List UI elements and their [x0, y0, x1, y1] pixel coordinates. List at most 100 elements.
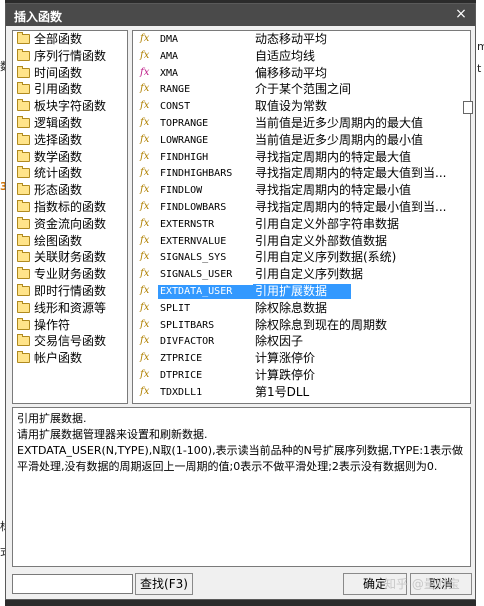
function-row[interactable]: fx FINDLOWBARS 寻找指定周期内的特定最小值到当... [133, 199, 470, 216]
category-item[interactable]: 专业财务函数 [13, 266, 127, 283]
category-label: 引用函数 [34, 82, 83, 97]
function-icon: fx [140, 100, 150, 112]
category-item[interactable]: 资金流向函数 [13, 216, 127, 233]
function-name: FINDLOWBARS [160, 201, 227, 213]
function-row[interactable]: fx EXTERNVALUE 引用自定义外部数值数据 [133, 233, 470, 250]
folder-icon [17, 183, 30, 196]
category-label: 逻辑函数 [34, 115, 83, 130]
folder-icon [17, 32, 30, 44]
function-name: DTPRICE [160, 369, 203, 381]
function-row[interactable]: fx DMA 动态移动平均 [133, 31, 470, 48]
function-desc: 寻找指定周期内的特定最大值 [255, 149, 412, 164]
function-row[interactable]: fx ZTPRICE 计算涨停价 [133, 350, 470, 367]
function-desc: 当前值是近多少周期内的最大值 [255, 115, 424, 130]
search-input[interactable] [12, 574, 133, 594]
function-row[interactable]: fx FINDLOW 寻找指定周期内的特定最小值 [133, 182, 470, 199]
function-desc: 引用自定义外部数值数据 [255, 233, 388, 248]
category-item[interactable]: 线形和资源等 [13, 300, 127, 317]
dialog-titlebar[interactable]: 插入函数 × [6, 4, 475, 26]
function-row[interactable]: fx SPLITBARS 除权除息到现在的周期数 [133, 317, 470, 334]
function-name: EXTERNVALUE [160, 235, 227, 247]
category-item[interactable]: 序列行情函数 [13, 48, 127, 65]
function-desc: 介于某个范围之间 [255, 82, 352, 97]
function-row[interactable]: fx DIVFACTOR 除权因子 [133, 333, 470, 350]
folder-icon [17, 283, 30, 296]
function-desc: 动态移动平均 [255, 32, 328, 46]
category-item[interactable]: 选择函数 [13, 132, 127, 149]
function-desc: 引用扩展数据 [253, 283, 351, 299]
category-label: 关联财务函数 [34, 250, 107, 265]
function-name: ZTPRICE [160, 353, 203, 365]
function-list[interactable]: fx DMA 动态移动平均 fx AMA 自适应均线 fx XMA 偏移移动平均 fx RANGE 介… [132, 30, 471, 404]
description-line: 请用扩展数据管理器来设置和刷新数据. [17, 428, 208, 441]
function-row[interactable]: fx XMA 偏移移动平均 [133, 65, 470, 82]
function-desc: 寻找指定周期内的特定最小值到当... [255, 199, 447, 214]
category-item[interactable]: 形态函数 [13, 182, 127, 199]
function-description: 引用扩展数据. 请用扩展数据管理器来设置和刷新数据. EXTDATA_USER(N,… [12, 407, 471, 567]
category-label: 资金流向函数 [34, 216, 107, 231]
folder-icon [17, 99, 30, 112]
background-char: t [477, 62, 482, 75]
category-item[interactable]: 绘图函数 [13, 233, 127, 250]
category-label: 数学函数 [34, 149, 83, 164]
folder-icon [17, 317, 30, 330]
function-desc: 除权除息数据 [255, 300, 328, 315]
function-desc: 寻找指定周期内的特定最大值到当... [255, 166, 447, 181]
function-row[interactable]: fx TDXDLL1 第1号DLL [133, 384, 470, 401]
function-desc: 计算涨停价 [255, 351, 316, 366]
dialog-title: 插入函数 [14, 10, 63, 24]
function-icon: fx [140, 66, 150, 78]
function-row[interactable]: fx RANGE 介于某个范围之间 [133, 81, 470, 98]
function-desc: 引用自定义外部字符串数据 [255, 216, 400, 231]
function-icon: fx [140, 385, 150, 397]
folder-icon [17, 199, 30, 212]
function-row[interactable]: fx CONST 取值设为常数 [133, 98, 470, 115]
category-item[interactable]: 帐户函数 [13, 350, 127, 367]
category-item[interactable]: 逻辑函数 [13, 115, 127, 132]
function-row[interactable]: fx FINDHIGH 寻找指定周期内的特定最大值 [133, 149, 470, 166]
function-row[interactable]: fx TOPRANGE 当前值是近多少周期内的最大值 [133, 115, 470, 132]
category-item[interactable]: 时间函数 [13, 65, 127, 82]
function-row[interactable]: fx SIGNALS_USER 引用自定义序列数据 [133, 266, 470, 283]
function-icon: fx [140, 318, 150, 330]
function-row[interactable]: fx EXTDATA_USER 引用扩展数据 [133, 283, 470, 300]
category-list[interactable]: 全部函数 序列行情函数 时间函数 引用函数板块字符函数 逻辑函数选择函数 数学函数 统计函数… [12, 30, 128, 404]
function-desc: 第1号DLL [255, 384, 310, 399]
function-name: RANGE [160, 84, 191, 96]
function-name: EXTERNSTR [160, 218, 215, 230]
function-icon: fx [140, 200, 150, 212]
folder-icon [17, 334, 30, 347]
function-row[interactable]: fx FINDHIGHBARS 寻找指定周期内的特定最大值到当... [133, 165, 470, 182]
category-label: 板块字符函数 [34, 99, 107, 114]
category-item[interactable]: 指数标的函数 [13, 199, 127, 216]
function-icon: fx [140, 284, 150, 296]
function-icon: fx [140, 368, 150, 380]
scrollbar-thumb[interactable] [463, 101, 473, 114]
category-item[interactable]: 统计函数 [13, 165, 127, 182]
find-button[interactable]: 查找(F3) [135, 573, 193, 595]
function-icon: fx [140, 49, 150, 61]
function-row[interactable]: fx AMA 自适应均线 [133, 48, 470, 65]
function-desc: 计算跌停价 [255, 367, 316, 382]
function-row[interactable]: fx SPLIT 除权除息数据 [133, 300, 470, 317]
function-icon: fx [140, 335, 150, 347]
category-item[interactable]: 交易信号函数 [13, 333, 127, 350]
category-item[interactable]: 数学函数 [13, 149, 127, 166]
category-item[interactable]: 操作符 [13, 317, 127, 334]
category-item[interactable]: 全部函数 [13, 31, 127, 48]
function-row[interactable]: fx EXTERNSTR 引用自定义外部字符串数据 [133, 216, 470, 233]
function-row[interactable]: fx LOWRANGE 当前值是近多少周期内的最小值 [133, 132, 470, 149]
function-desc: 除权因子 [255, 334, 304, 349]
category-item[interactable]: 即时行情函数 [13, 283, 127, 300]
category-label: 操作符 [34, 317, 71, 332]
function-icon: fx [140, 83, 150, 95]
function-name: SIGNALS_USER [160, 269, 233, 281]
category-item[interactable]: 引用函数 [13, 81, 127, 98]
function-row[interactable]: fx DTPRICE 计算跌停价 [133, 367, 470, 384]
function-icon: fx [140, 217, 150, 229]
category-item[interactable]: 关联财务函数 [13, 249, 127, 266]
function-icon: fx [140, 167, 150, 179]
function-row[interactable]: fx SIGNALS_SYS 引用自定义序列数据(系统) [133, 249, 470, 266]
category-item[interactable]: 板块字符函数 [13, 98, 127, 115]
close-icon[interactable]: × [453, 6, 469, 22]
